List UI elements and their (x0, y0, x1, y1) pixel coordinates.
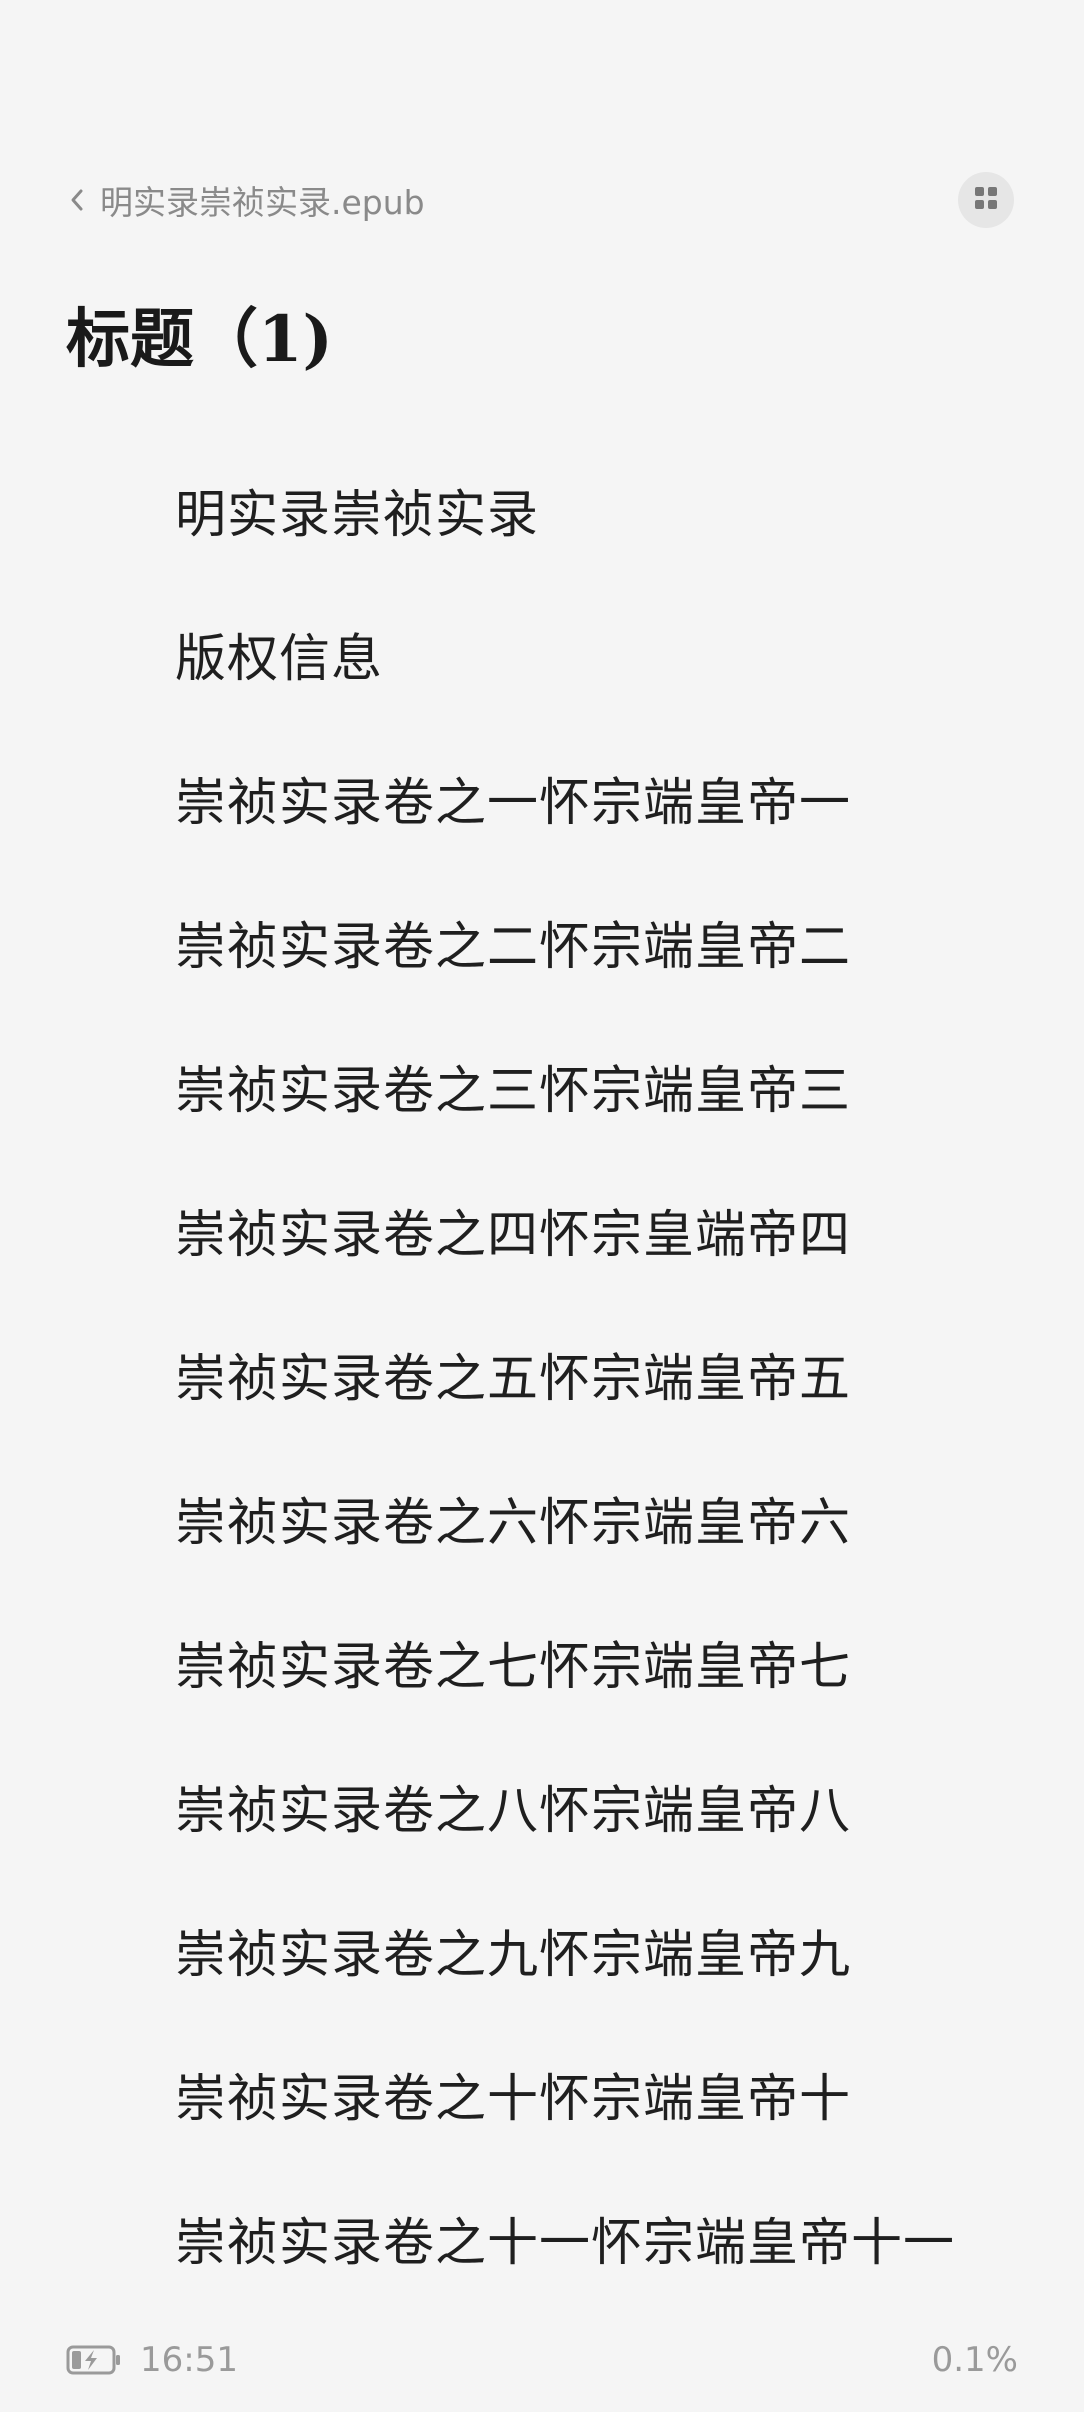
toc-item[interactable]: 崇祯实录卷之一怀宗端皇帝一 (0, 726, 1084, 870)
chevron-left-icon[interactable] (66, 185, 88, 215)
clock-time: 16:51 (140, 2340, 238, 2380)
toc-item[interactable]: 崇祯实录卷之十一怀宗端皇帝十一 (0, 2166, 1084, 2310)
toc-item[interactable]: 崇祯实录卷之三怀宗端皇帝三 (0, 1014, 1084, 1158)
toc-item[interactable]: 崇祯实录卷之十怀宗端皇帝十 (0, 2022, 1084, 2166)
book-title[interactable]: 明实录崇祯实录.epub (100, 176, 425, 224)
toc-item[interactable]: 崇祯实录卷之八怀宗端皇帝八 (0, 1734, 1084, 1878)
reading-progress: 0.1% (931, 2340, 1018, 2380)
grid-icon (974, 186, 998, 214)
toc-item[interactable]: 崇祯实录卷之九怀宗端皇帝九 (0, 1878, 1084, 2022)
header: 明实录崇祯实录.epub (0, 0, 1084, 260)
grid-view-button[interactable] (958, 172, 1014, 228)
toc-item[interactable]: 崇祯实录卷之四怀宗皇端帝四 (0, 1158, 1084, 1302)
toc-item[interactable]: 崇祯实录卷之七怀宗端皇帝七 (0, 1590, 1084, 1734)
back-button[interactable]: 明实录崇祯实录.epub (66, 175, 425, 225)
toc-item[interactable]: 版权信息 (0, 582, 1084, 726)
toc-item[interactable]: 明实录崇祯实录 (0, 438, 1084, 582)
toc-item[interactable]: 崇祯实录卷之二怀宗端皇帝二 (0, 870, 1084, 1014)
toc-item[interactable]: 崇祯实录卷之五怀宗端皇帝五 (0, 1302, 1084, 1446)
status-footer: 16:51 0.1% (0, 2330, 1084, 2390)
page-title: 标题（1) (66, 302, 333, 377)
toc-list: 明实录崇祯实录 版权信息 崇祯实录卷之一怀宗端皇帝一 崇祯实录卷之二怀宗端皇帝二… (0, 438, 1084, 2310)
toc-item[interactable]: 崇祯实录卷之六怀宗端皇帝六 (0, 1446, 1084, 1590)
battery-charging-icon (66, 2344, 122, 2376)
